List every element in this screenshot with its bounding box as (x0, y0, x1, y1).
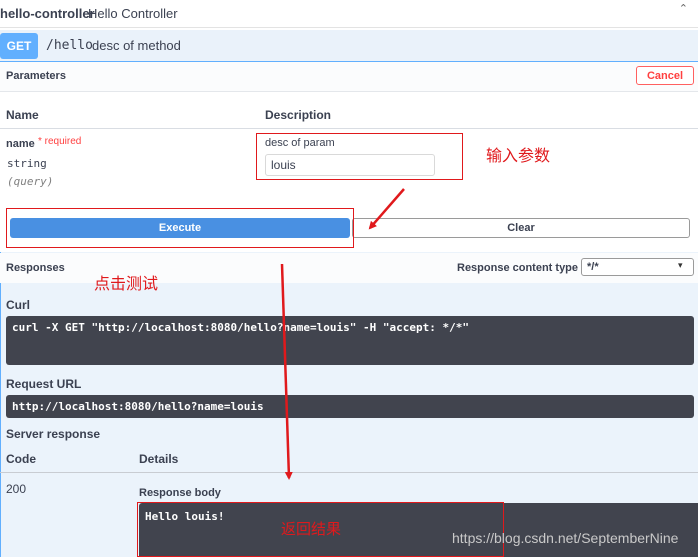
clear-button[interactable]: Clear (352, 218, 690, 238)
param-name: name (6, 138, 35, 150)
annotation-result-note: 返回结果 (281, 520, 342, 538)
curl-command[interactable]: curl -X GET "http://localhost:8080/hello… (12, 321, 469, 334)
code-column-header: Code (6, 452, 36, 466)
parameters-title: Parameters (6, 70, 66, 82)
collapse-arrow-icon[interactable]: ⌃ (679, 2, 688, 15)
response-status-code: 200 (6, 482, 27, 496)
operation-path: /hello (46, 38, 93, 53)
execute-highlight-box (6, 208, 354, 248)
column-header-name: Name (6, 108, 39, 122)
table-divider (0, 128, 698, 129)
input-highlight-box (256, 133, 463, 180)
curl-title: Curl (6, 298, 30, 312)
controller-name[interactable]: hello-controller (0, 6, 95, 21)
server-response-title: Server response (6, 427, 101, 441)
cancel-button[interactable]: Cancel (636, 66, 694, 85)
watermark: https://blog.csdn.net/SeptemberNine (452, 530, 679, 546)
response-table-divider (0, 472, 698, 473)
param-type: string (7, 157, 47, 170)
annotation-click-note: 点击测试 (94, 274, 159, 293)
param-required-flag: * required (38, 136, 82, 147)
parameters-header (0, 62, 698, 92)
param-location: (query) (7, 175, 54, 188)
annotation-input-note: 输入参数 (486, 146, 551, 165)
details-column-header: Details (139, 452, 179, 466)
operation-description: desc of method (92, 38, 181, 53)
content-type-value: */* (587, 261, 599, 273)
method-badge: GET (0, 33, 38, 59)
request-url-title: Request URL (6, 377, 82, 391)
responses-title: Responses (6, 262, 65, 274)
request-url-value[interactable]: http://localhost:8080/hello?name=louis (12, 400, 264, 413)
response-body-title: Response body (139, 487, 221, 499)
content-type-label: Response content type (457, 262, 579, 274)
chevron-down-icon[interactable]: ▾ (678, 260, 683, 271)
column-header-description: Description (265, 108, 332, 122)
controller-description: Hello Controller (88, 6, 178, 21)
